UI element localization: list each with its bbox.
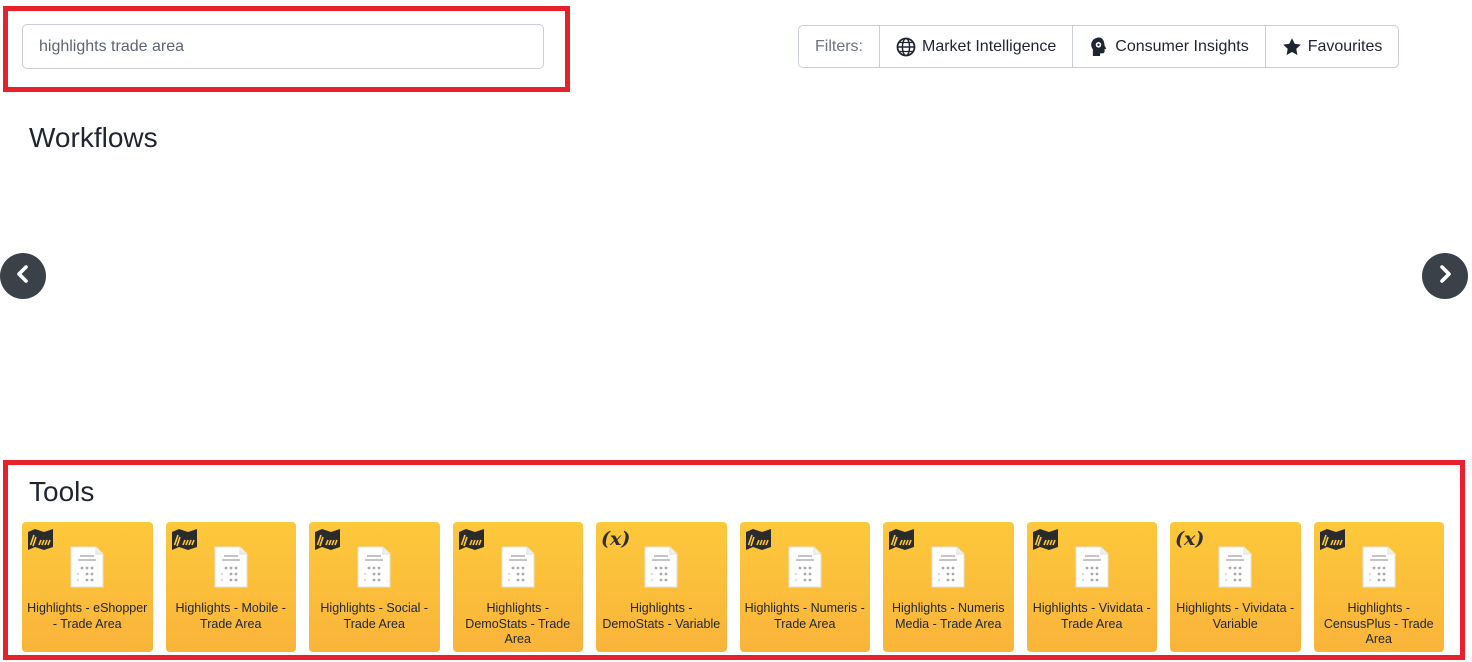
tools-list: Highlights - eShopper - Trade Area Highl…	[22, 522, 1444, 652]
search-input[interactable]	[22, 24, 544, 69]
document-icon	[1362, 546, 1396, 593]
document-icon	[788, 546, 822, 593]
tool-card-label: Highlights - DemoStats - Variable	[602, 601, 721, 631]
tool-card-highlights-demostats-trade-area[interactable]: Highlights - DemoStats - Trade Area	[452, 522, 583, 652]
map-icon	[171, 528, 198, 557]
workflows-heading: Workflows	[29, 122, 158, 153]
map-icon	[314, 528, 341, 557]
head-gear-icon	[1089, 36, 1109, 58]
tool-card-highlights-demostats-variable[interactable]: (x) Highlights - DemoStats - Variable	[596, 522, 727, 652]
tool-card-label: Highlights - Numeris - Trade Area	[744, 601, 865, 631]
carousel-next-button[interactable]	[1422, 253, 1468, 299]
tool-card-highlights-vividata-variable[interactable]: (x) Highlights - Vividata - Variable	[1170, 522, 1301, 652]
filter-favourites-label: Favourites	[1307, 37, 1383, 55]
tool-card-label: Highlights - Mobile - Trade Area	[175, 601, 286, 631]
filter-consumer-insights[interactable]: Consumer Insights	[1072, 26, 1264, 67]
carousel-prev-button[interactable]	[0, 253, 46, 299]
document-icon	[357, 546, 391, 593]
tool-card-label: Highlights - Vividata - Trade Area	[1032, 601, 1151, 631]
document-icon	[501, 546, 535, 593]
document-icon	[644, 546, 678, 593]
variable-icon: (x)	[601, 528, 631, 550]
tool-card-highlights-censusplus-trade-area[interactable]: Highlights - CensusPlus - Trade Area	[1313, 522, 1444, 652]
document-icon	[1075, 546, 1109, 593]
tool-card-highlights-eshopper-trade-area[interactable]: Highlights - eShopper - Trade Area	[22, 522, 153, 652]
tool-card-label: Highlights - DemoStats - Trade Area	[465, 601, 571, 646]
filter-favourites[interactable]: Favourites	[1264, 26, 1399, 67]
tool-card-highlights-mobile-trade-area[interactable]: Highlights - Mobile - Trade Area	[165, 522, 296, 652]
tool-card-highlights-social-trade-area[interactable]: Highlights - Social - Trade Area	[309, 522, 440, 652]
tool-card-label: Highlights - Numeris Media - Trade Area	[891, 601, 1005, 631]
map-icon	[888, 528, 915, 557]
tool-card-label: Highlights - eShopper - Trade Area	[27, 601, 148, 631]
star-icon	[1282, 37, 1302, 57]
filter-consumer-insights-label: Consumer Insights	[1115, 37, 1249, 55]
variable-icon: (x)	[1175, 528, 1205, 550]
tool-card-label: Highlights - CensusPlus - Trade Area	[1323, 601, 1434, 646]
filters-label-text: Filters:	[815, 37, 863, 55]
map-icon	[1319, 528, 1346, 557]
globe-icon	[896, 37, 916, 57]
filters-label: Filters:	[799, 26, 879, 67]
map-icon	[27, 528, 54, 557]
filter-market-intelligence-label: Market Intelligence	[922, 37, 1057, 55]
tool-card-label: Highlights - Social - Trade Area	[320, 601, 429, 631]
document-icon	[931, 546, 965, 593]
filter-bar: Filters: Market Intelligence Consumer In…	[798, 25, 1400, 68]
map-icon	[1032, 528, 1059, 557]
filter-market-intelligence[interactable]: Market Intelligence	[879, 26, 1072, 67]
document-icon	[1218, 546, 1252, 593]
chevron-right-icon	[1435, 264, 1455, 289]
tool-card-highlights-numeris-trade-area[interactable]: Highlights - Numeris - Trade Area	[739, 522, 870, 652]
tool-card-highlights-numeris-media-trade-area[interactable]: Highlights - Numeris Media - Trade Area	[883, 522, 1014, 652]
map-icon	[745, 528, 772, 557]
document-icon	[70, 546, 104, 593]
tool-card-label: Highlights - Vividata - Variable	[1176, 601, 1295, 631]
tool-card-highlights-vividata-trade-area[interactable]: Highlights - Vividata - Trade Area	[1026, 522, 1157, 652]
page: Filters: Market Intelligence	[0, 0, 1472, 662]
tools-heading: Tools	[29, 476, 95, 507]
chevron-left-icon	[13, 264, 33, 289]
map-icon	[458, 528, 485, 557]
document-icon	[214, 546, 248, 593]
